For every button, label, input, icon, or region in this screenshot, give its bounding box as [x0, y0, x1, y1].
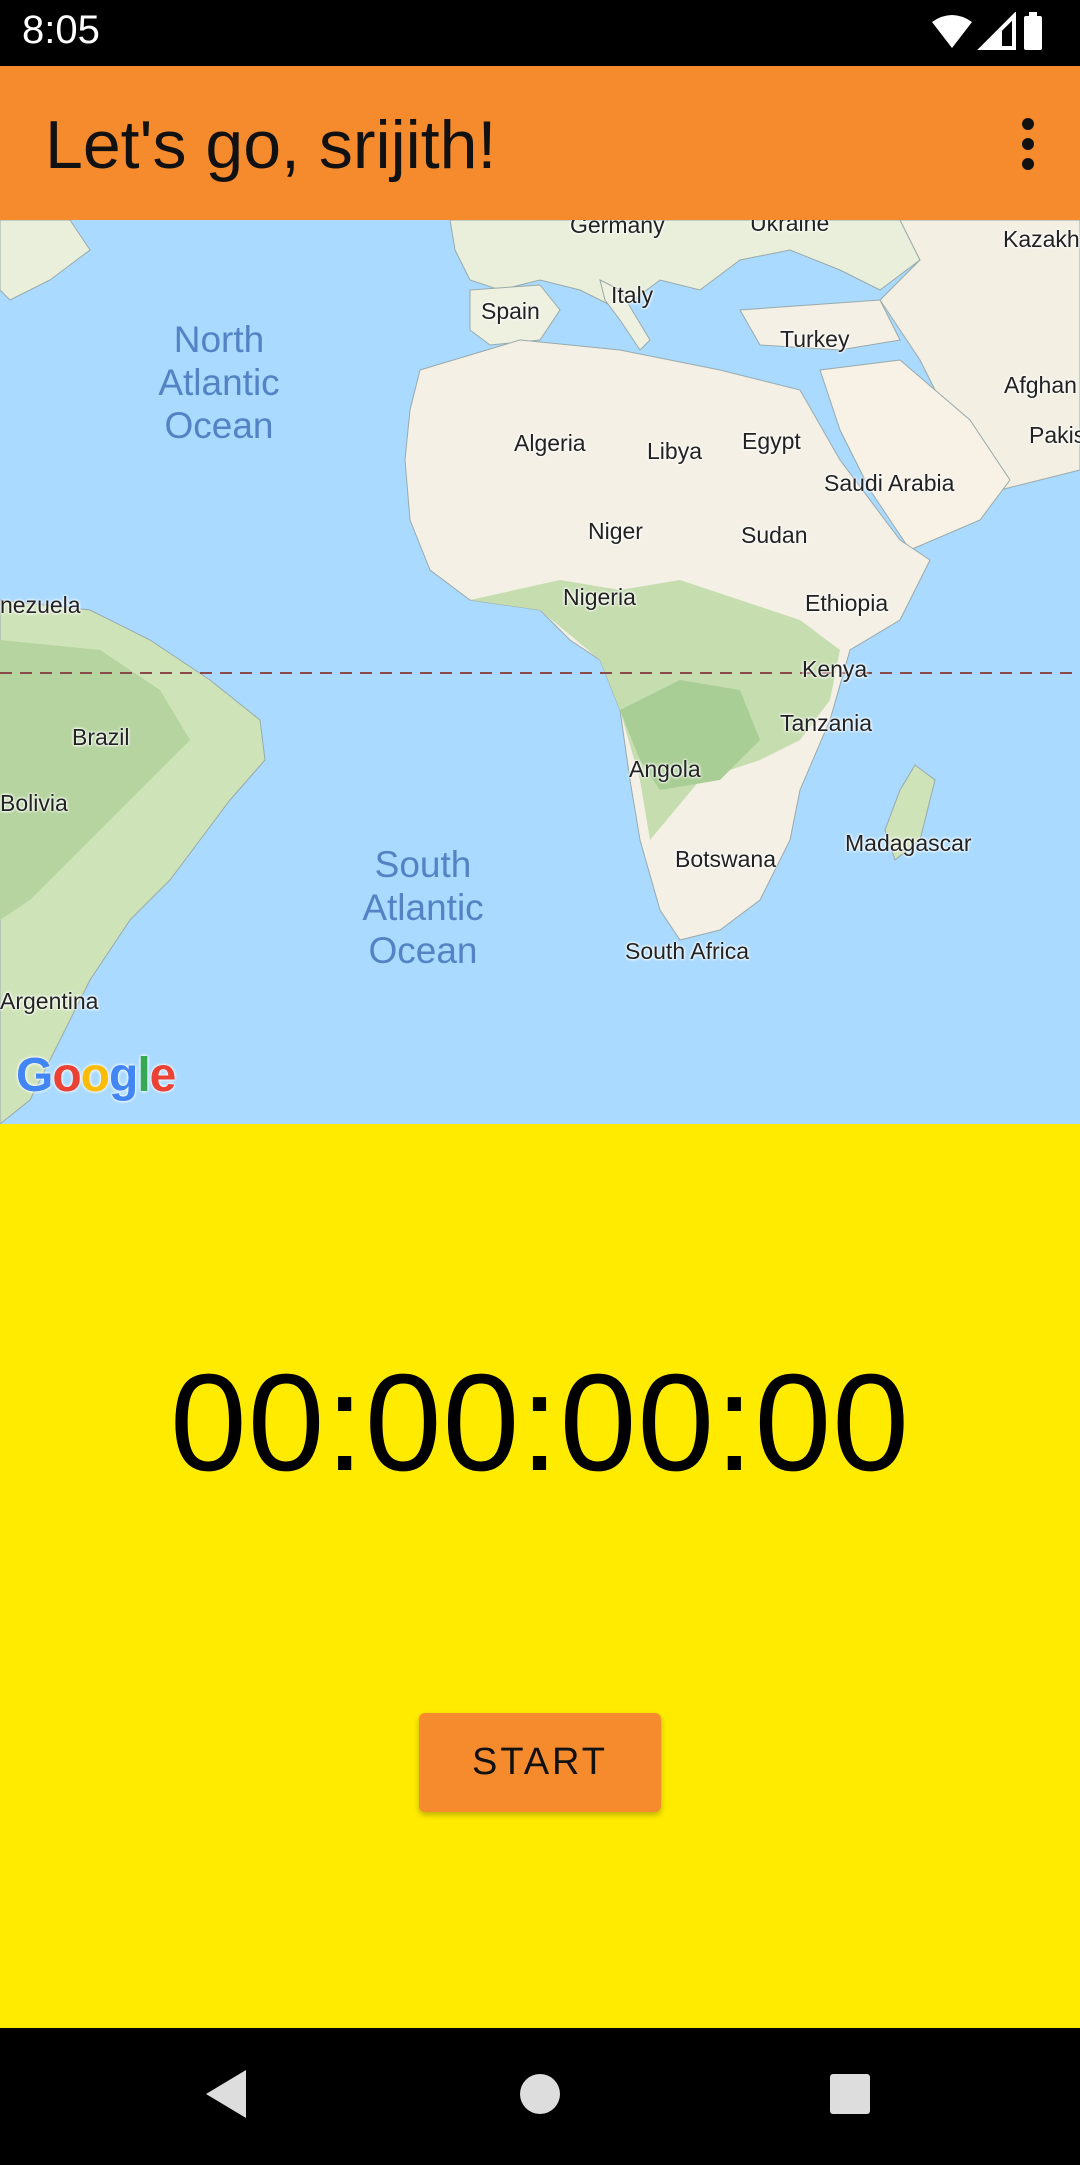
map-label-kenya: Kenya	[802, 656, 868, 682]
map-label-nigeria: Nigeria	[563, 584, 636, 610]
google-logo-g2: g	[109, 1049, 138, 1102]
google-logo-e: e	[149, 1049, 177, 1102]
map-label-italy: Italy	[611, 282, 654, 308]
google-logo: Google	[16, 1048, 177, 1103]
map-label-turkey: Turkey	[780, 326, 850, 352]
ocean-label-north-atlantic: North Atlantic Ocean	[158, 319, 280, 446]
map-label-venezuela: nezuela	[0, 592, 81, 618]
cellular-signal-icon	[977, 11, 1016, 50]
google-logo-g1: G	[16, 1049, 53, 1102]
google-logo-l: l	[137, 1049, 150, 1102]
map-label-madagascar: Madagascar	[845, 830, 972, 856]
app-title: Let's go, srijith!	[45, 107, 497, 183]
timer-display: 00:00:00:00	[169, 1346, 910, 1500]
map-label-egypt: Egypt	[742, 428, 801, 454]
map-label-angola: Angola	[629, 756, 701, 782]
map-label-sudan: Sudan	[741, 522, 808, 548]
more-vertical-icon	[1022, 118, 1034, 170]
map-label-niger: Niger	[588, 518, 643, 544]
start-button[interactable]: START	[419, 1713, 661, 1812]
map-label-ukraine: Ukraine	[750, 220, 830, 236]
map-label-tanzania: Tanzania	[780, 710, 873, 736]
navigation-bar	[0, 2028, 1080, 2160]
home-icon[interactable]	[520, 2074, 560, 2114]
status-icons	[930, 11, 1060, 56]
map-label-kazakh: Kazakh	[1003, 226, 1080, 252]
back-icon[interactable]	[180, 2058, 270, 2132]
map-label-afghan: Afghan	[1004, 372, 1077, 398]
status-time: 8:05	[22, 8, 100, 52]
map-label-pakis: Pakis	[1029, 422, 1080, 448]
map-view[interactable]: Germany Ukraine Kazakh Spain Italy Turke…	[0, 220, 1080, 1124]
google-logo-o1: o	[52, 1049, 81, 1102]
app-bar: Let's go, srijith!	[0, 66, 1080, 220]
google-logo-o2: o	[80, 1049, 110, 1102]
wifi-icon	[932, 15, 972, 48]
battery-icon	[1024, 12, 1042, 50]
map-label-brazil: Brazil	[72, 724, 130, 750]
map-label-algeria: Algeria	[514, 430, 586, 456]
map-label-south-africa: South Africa	[625, 938, 750, 964]
recents-icon[interactable]	[830, 2074, 870, 2114]
map-label-saudi-arabia: Saudi Arabia	[824, 470, 955, 496]
map-label-bolivia: Bolivia	[0, 790, 68, 816]
map-label-ethiopia: Ethiopia	[805, 590, 889, 616]
map-label-argentina: Argentina	[0, 988, 99, 1014]
map-label-germany: Germany	[570, 220, 665, 238]
map-label-spain: Spain	[481, 298, 540, 324]
ocean-label-south-atlantic: South Atlantic Ocean	[362, 844, 484, 971]
timer-panel: 00:00:00:00 START	[0, 1124, 1080, 2028]
map-label-libya: Libya	[647, 438, 702, 464]
overflow-menu-button[interactable]	[998, 108, 1058, 180]
status-bar: 8:05	[0, 0, 1080, 66]
map-label-botswana: Botswana	[675, 846, 777, 872]
